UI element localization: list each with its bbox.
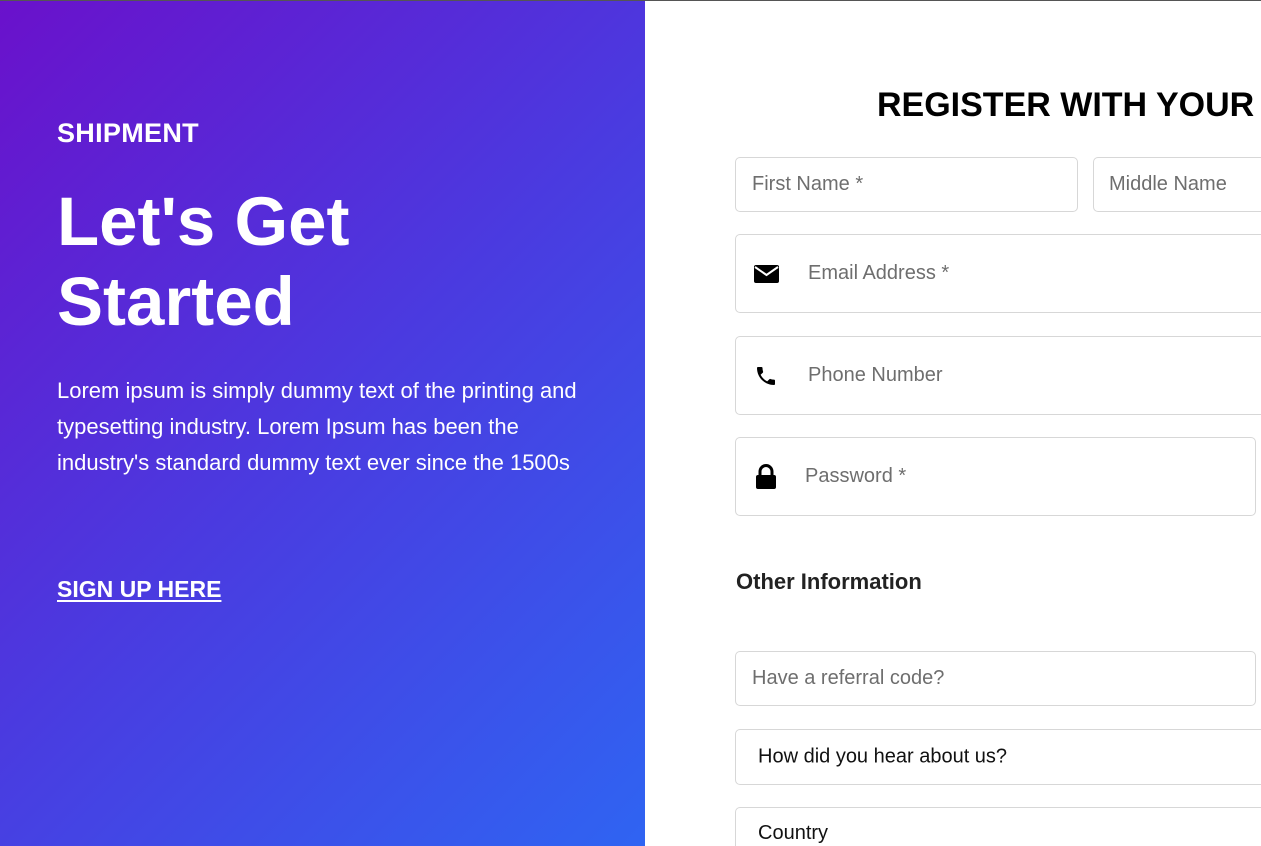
country-select-value: Country xyxy=(758,822,829,844)
lock-icon xyxy=(753,463,779,490)
middle-name-field[interactable] xyxy=(1093,157,1261,212)
form-title: REGISTER WITH YOUR W xyxy=(877,86,1261,124)
country-select[interactable]: Country xyxy=(735,807,1261,846)
referral-code-field[interactable] xyxy=(735,651,1256,706)
password-input[interactable] xyxy=(805,438,1245,515)
registration-page: SHIPMENT Let's Get Started Lorem ipsum i… xyxy=(0,0,1261,846)
hear-about-select[interactable]: How did you hear about us? xyxy=(735,729,1261,785)
sign-up-link[interactable]: SIGN UP HERE xyxy=(57,576,221,603)
first-name-input[interactable] xyxy=(752,158,1067,211)
password-field[interactable] xyxy=(735,437,1256,516)
first-name-field[interactable] xyxy=(735,157,1078,212)
email-field[interactable] xyxy=(735,234,1261,313)
hear-about-select-value: How did you hear about us? xyxy=(758,745,1008,768)
phone-icon xyxy=(753,363,779,389)
hero-panel: SHIPMENT Let's Get Started Lorem ipsum i… xyxy=(0,0,645,846)
envelope-icon xyxy=(753,261,779,287)
hero-description: Lorem ipsum is simply dummy text of the … xyxy=(57,378,577,475)
phone-input[interactable] xyxy=(808,337,1261,414)
other-information-heading: Other Information xyxy=(736,569,922,594)
hero-eyebrow: SHIPMENT xyxy=(57,118,199,148)
top-border xyxy=(0,0,1261,1)
referral-code-input[interactable] xyxy=(752,652,1245,705)
phone-field[interactable] xyxy=(735,336,1261,415)
email-input[interactable] xyxy=(808,235,1261,312)
registration-form: REGISTER WITH YOUR W First Name * Middle… xyxy=(645,0,1261,846)
middle-name-input[interactable] xyxy=(1109,158,1261,211)
hero-title: Let's Get Started xyxy=(57,183,350,340)
